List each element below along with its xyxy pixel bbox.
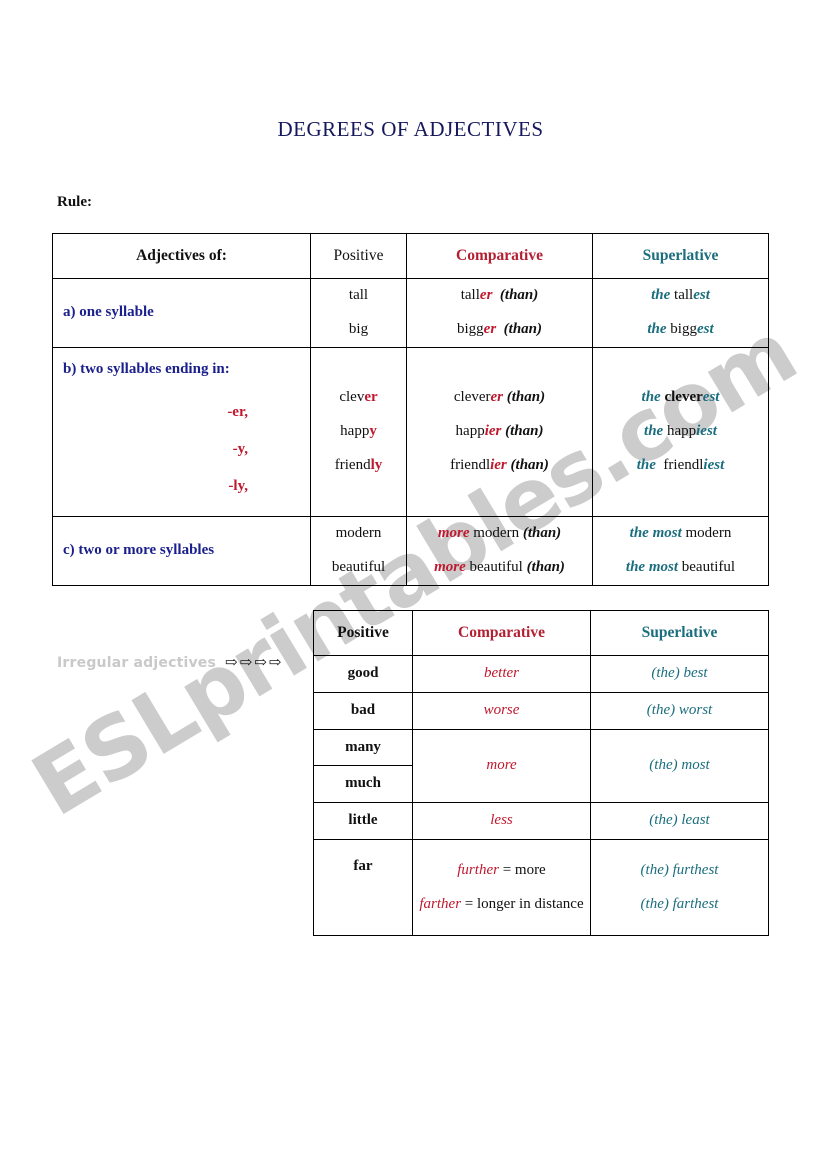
rules-table: Adjectives of: Positive Comparative Supe…: [52, 233, 769, 586]
positive-friendly: friendly: [334, 456, 383, 473]
irregular-superlative-least: (the) least: [590, 802, 769, 840]
table-row: little less (the) least: [313, 802, 769, 840]
irregular-superlative-worst: (the) worst: [590, 691, 769, 730]
table-row: c) two or more syllables modern beautifu…: [52, 516, 769, 586]
comparative-more-beautiful: more beautiful (than): [434, 559, 565, 575]
table-row: bad worse (the) worst: [313, 691, 769, 730]
table-row: good better (the) best: [313, 655, 769, 693]
table-row: a) one syllable tall big taller (than) b…: [52, 278, 769, 348]
irregular-positive-many: many: [313, 728, 413, 767]
irregular-positive-bad: bad: [313, 691, 413, 730]
positive-cell-b: clever happy friendly: [310, 346, 407, 518]
irregular-positive-far: far: [313, 838, 413, 937]
comparative-more-modern: more modern (than): [437, 525, 562, 542]
suffix-ly: -ly,: [228, 477, 248, 494]
superlative-biggest: the biggest: [647, 320, 714, 337]
table-row: far further = more farther = longer in d…: [313, 838, 769, 937]
comparative-friendlier: friendlier (than): [450, 456, 549, 473]
arrow-row: ⇨ ⇨ ⇨ ⇨: [225, 654, 282, 671]
category-label-b: b) two syllables ending in:: [63, 360, 230, 377]
category-cell-c: c) two or more syllables: [52, 516, 311, 586]
positive-modern: modern: [335, 525, 382, 542]
suffix-y: -y,: [232, 440, 248, 457]
rules-table-header-row: Adjectives of: Positive Comparative Supe…: [52, 233, 769, 279]
positive-cell-a: tall big: [310, 278, 407, 348]
suffix-list: -er, -y, -ly,: [63, 394, 298, 504]
right-arrow-icon: ⇨: [268, 654, 282, 671]
category-cell-b: b) two syllables ending in: -er, -y, -ly…: [52, 346, 311, 518]
irregular-positive-good: good: [313, 655, 413, 693]
table-row: many more (the) most: [313, 728, 769, 803]
positive-beautiful: beautiful: [331, 559, 386, 575]
superlative-cell-c: the most modern the most beautiful: [592, 516, 769, 586]
irregular-positive-little: little: [313, 802, 413, 840]
category-cell-a: a) one syllable: [52, 278, 311, 348]
header-comparative: Comparative: [406, 233, 593, 279]
superlative-tallest: the tallest: [651, 287, 710, 303]
table-row: b) two syllables ending in: -er, -y, -ly…: [52, 346, 769, 518]
category-label-a: a) one syllable: [63, 303, 154, 320]
irregular-adjectives-callout: Irregular adjectives ⇨ ⇨ ⇨ ⇨: [57, 655, 281, 671]
header-superlative: Superlative: [590, 610, 769, 656]
irregular-comparative-better: better: [412, 655, 591, 693]
superlative-friendliest: the friendliest: [636, 456, 725, 473]
superlative-cell-a: the tallest the biggest: [592, 278, 769, 348]
suffix-er: -er,: [227, 404, 248, 420]
comparative-happier: happier (than): [455, 423, 544, 439]
irregular-positive-much: much: [313, 765, 413, 803]
comparative-cleverer: cleverer (than): [453, 389, 546, 406]
positive-happy: happy: [340, 423, 377, 439]
comparative-taller: taller (than): [460, 287, 539, 303]
header-superlative: Superlative: [592, 233, 769, 279]
right-arrow-icon: ⇨: [225, 654, 238, 671]
positive-big: big: [348, 320, 369, 337]
header-positive: Positive: [313, 610, 413, 656]
irregular-superlative-most: (the) most: [590, 728, 769, 803]
comparative-cell-a: taller (than) bigger (than): [406, 278, 593, 348]
comparative-cell-c: more modern (than) more beautiful (than): [406, 516, 593, 586]
superlative-furthest: (the) furthest: [640, 861, 719, 878]
irregular-comparative-worse: worse: [412, 691, 591, 730]
positive-cell-c: modern beautiful: [310, 516, 407, 586]
page-title: DEGREES OF ADJECTIVES: [277, 117, 544, 141]
right-arrow-icon: ⇨: [254, 654, 267, 671]
header-positive: Positive: [310, 233, 407, 279]
superlative-most-beautiful: the most beautiful: [625, 559, 736, 575]
superlative-happiest: the happiest: [644, 423, 717, 439]
irregular-table-header-row: Positive Comparative Superlative: [313, 610, 769, 656]
positive-tall: tall: [348, 287, 369, 303]
superlative-most-modern: the most modern: [629, 525, 732, 542]
superlative-farthest: (the) farthest: [640, 895, 719, 912]
comparative-bigger: bigger (than): [456, 320, 542, 337]
comparative-further-line: further = more: [457, 861, 546, 878]
irregular-comparative-less: less: [412, 802, 591, 840]
superlative-cell-b: the cleverest the happiest the friendlie…: [592, 346, 769, 518]
irregular-superlative-far: (the) furthest (the) farthest: [590, 838, 769, 937]
irregular-comparative-more: more: [412, 728, 591, 803]
irregular-comparative-far: further = more farther = longer in dista…: [412, 838, 591, 937]
header-category: Adjectives of:: [52, 233, 311, 279]
header-comparative: Comparative: [412, 610, 591, 656]
irregular-superlative-best: (the) best: [590, 655, 769, 693]
right-arrow-icon: ⇨: [239, 654, 253, 671]
comparative-farther-line: farther = longer in distance: [419, 895, 584, 912]
irregular-adjectives-table: Positive Comparative Superlative good be…: [313, 610, 769, 937]
rule-label: Rule:: [57, 194, 92, 210]
category-label-c: c) two or more syllables: [63, 541, 215, 558]
irregular-adjectives-label: Irregular adjectives: [57, 655, 217, 671]
superlative-cleverest: the cleverest: [641, 389, 720, 406]
positive-clever: clever: [339, 389, 378, 406]
comparative-cell-b: cleverer (than) happier (than) friendlie…: [406, 346, 593, 518]
